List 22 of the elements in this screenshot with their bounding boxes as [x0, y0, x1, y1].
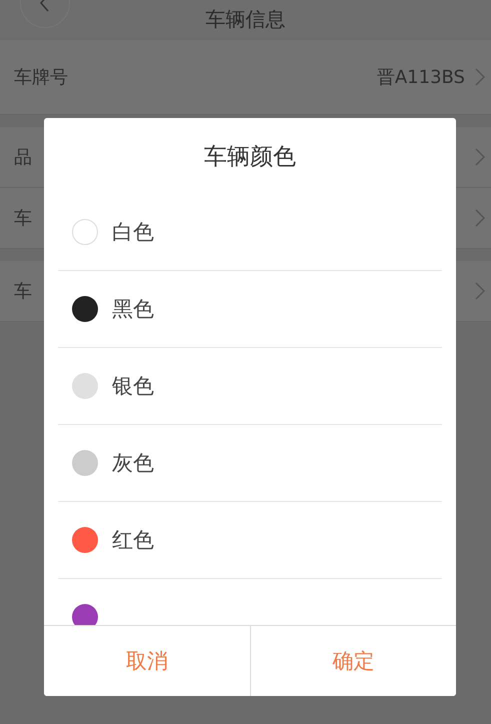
row-label: 车 — [14, 280, 32, 303]
color-swatch[interactable] — [72, 296, 98, 322]
row-label: 车牌号 — [14, 66, 68, 89]
color-swatch[interactable] — [72, 450, 98, 476]
color-option[interactable]: 银色 — [112, 372, 154, 400]
color-swatch[interactable] — [72, 527, 98, 553]
color-option[interactable]: 红色 — [112, 526, 154, 554]
chevron-right-icon — [475, 68, 485, 86]
color-swatch[interactable] — [72, 373, 98, 399]
color-option[interactable]: 白色 — [112, 218, 154, 246]
chevron-right-icon — [475, 282, 485, 300]
chevron-right-icon — [475, 209, 485, 227]
row-label: 车 — [14, 207, 32, 230]
color-swatch[interactable] — [72, 604, 98, 625]
chevron-right-icon — [475, 148, 485, 166]
color-option[interactable]: 黑色 — [112, 295, 154, 323]
color-swatch[interactable] — [72, 219, 98, 245]
dialog-title: 车辆颜色 — [204, 142, 296, 172]
row-value: 晋A113BS — [376, 66, 465, 89]
page-title: 车辆信息 — [206, 6, 286, 33]
color-option[interactable]: 灰色 — [112, 449, 154, 477]
row-label: 品 — [14, 146, 32, 169]
